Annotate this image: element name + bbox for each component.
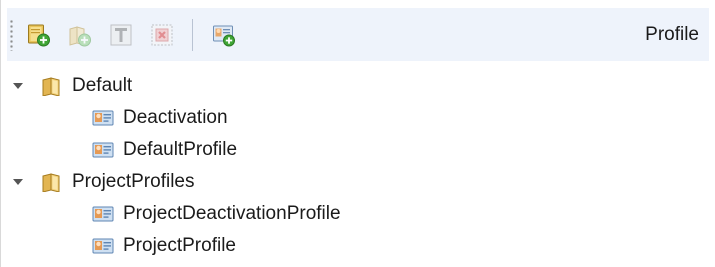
folder-icon [41, 76, 63, 96]
add-folder-icon [27, 24, 50, 46]
tree-profile-deactivation[interactable]: Deactivation [7, 102, 707, 134]
triangle-down-icon [13, 83, 23, 89]
profile-icon [92, 236, 114, 256]
tree-profile-label: Deactivation [123, 107, 228, 128]
profile-tree-panel: Profile Default Deactivation DefaultProf… [0, 0, 715, 267]
folder-icon [41, 172, 63, 192]
profile-tree: Default Deactivation DefaultProfile Proj… [7, 70, 707, 262]
delete-icon [151, 24, 172, 45]
delete-button[interactable] [145, 18, 178, 51]
tree-profile-projectprofile[interactable]: ProjectProfile [7, 230, 707, 262]
tree-profile-label: DefaultProfile [123, 139, 238, 160]
tree-profile-defaultprofile[interactable]: DefaultProfile [7, 134, 707, 166]
add-subfolder-icon [69, 25, 91, 46]
tree-folder-default[interactable]: Default [7, 70, 707, 102]
triangle-down-icon [13, 179, 23, 185]
tree-folder-label: ProjectProfiles [72, 171, 195, 192]
rename-icon [110, 24, 131, 45]
profile-icon [92, 140, 114, 160]
tree-profile-label: ProjectDeactivationProfile [123, 203, 341, 224]
profile-icon [92, 108, 114, 128]
expand-collapse-toggle[interactable] [11, 175, 25, 189]
add-profile-icon [212, 25, 235, 46]
add-folder-button[interactable] [22, 18, 55, 51]
toolbar-grip[interactable] [10, 18, 13, 51]
add-subfolder-button[interactable] [63, 18, 96, 51]
add-profile-button[interactable] [207, 18, 240, 51]
profile-toolbar: Profile [7, 8, 709, 61]
tree-profile-label: ProjectProfile [123, 235, 236, 256]
toolbar-separator [192, 18, 193, 51]
expand-collapse-toggle[interactable] [11, 79, 25, 93]
tree-folder-projectprofiles[interactable]: ProjectProfiles [7, 166, 707, 198]
tree-profile-projectdeactivationprofile[interactable]: ProjectDeactivationProfile [7, 198, 707, 230]
rename-button[interactable] [104, 18, 137, 51]
profile-header-label: Profile [645, 23, 699, 45]
profile-icon [92, 204, 114, 224]
tree-folder-label: Default [72, 75, 133, 96]
